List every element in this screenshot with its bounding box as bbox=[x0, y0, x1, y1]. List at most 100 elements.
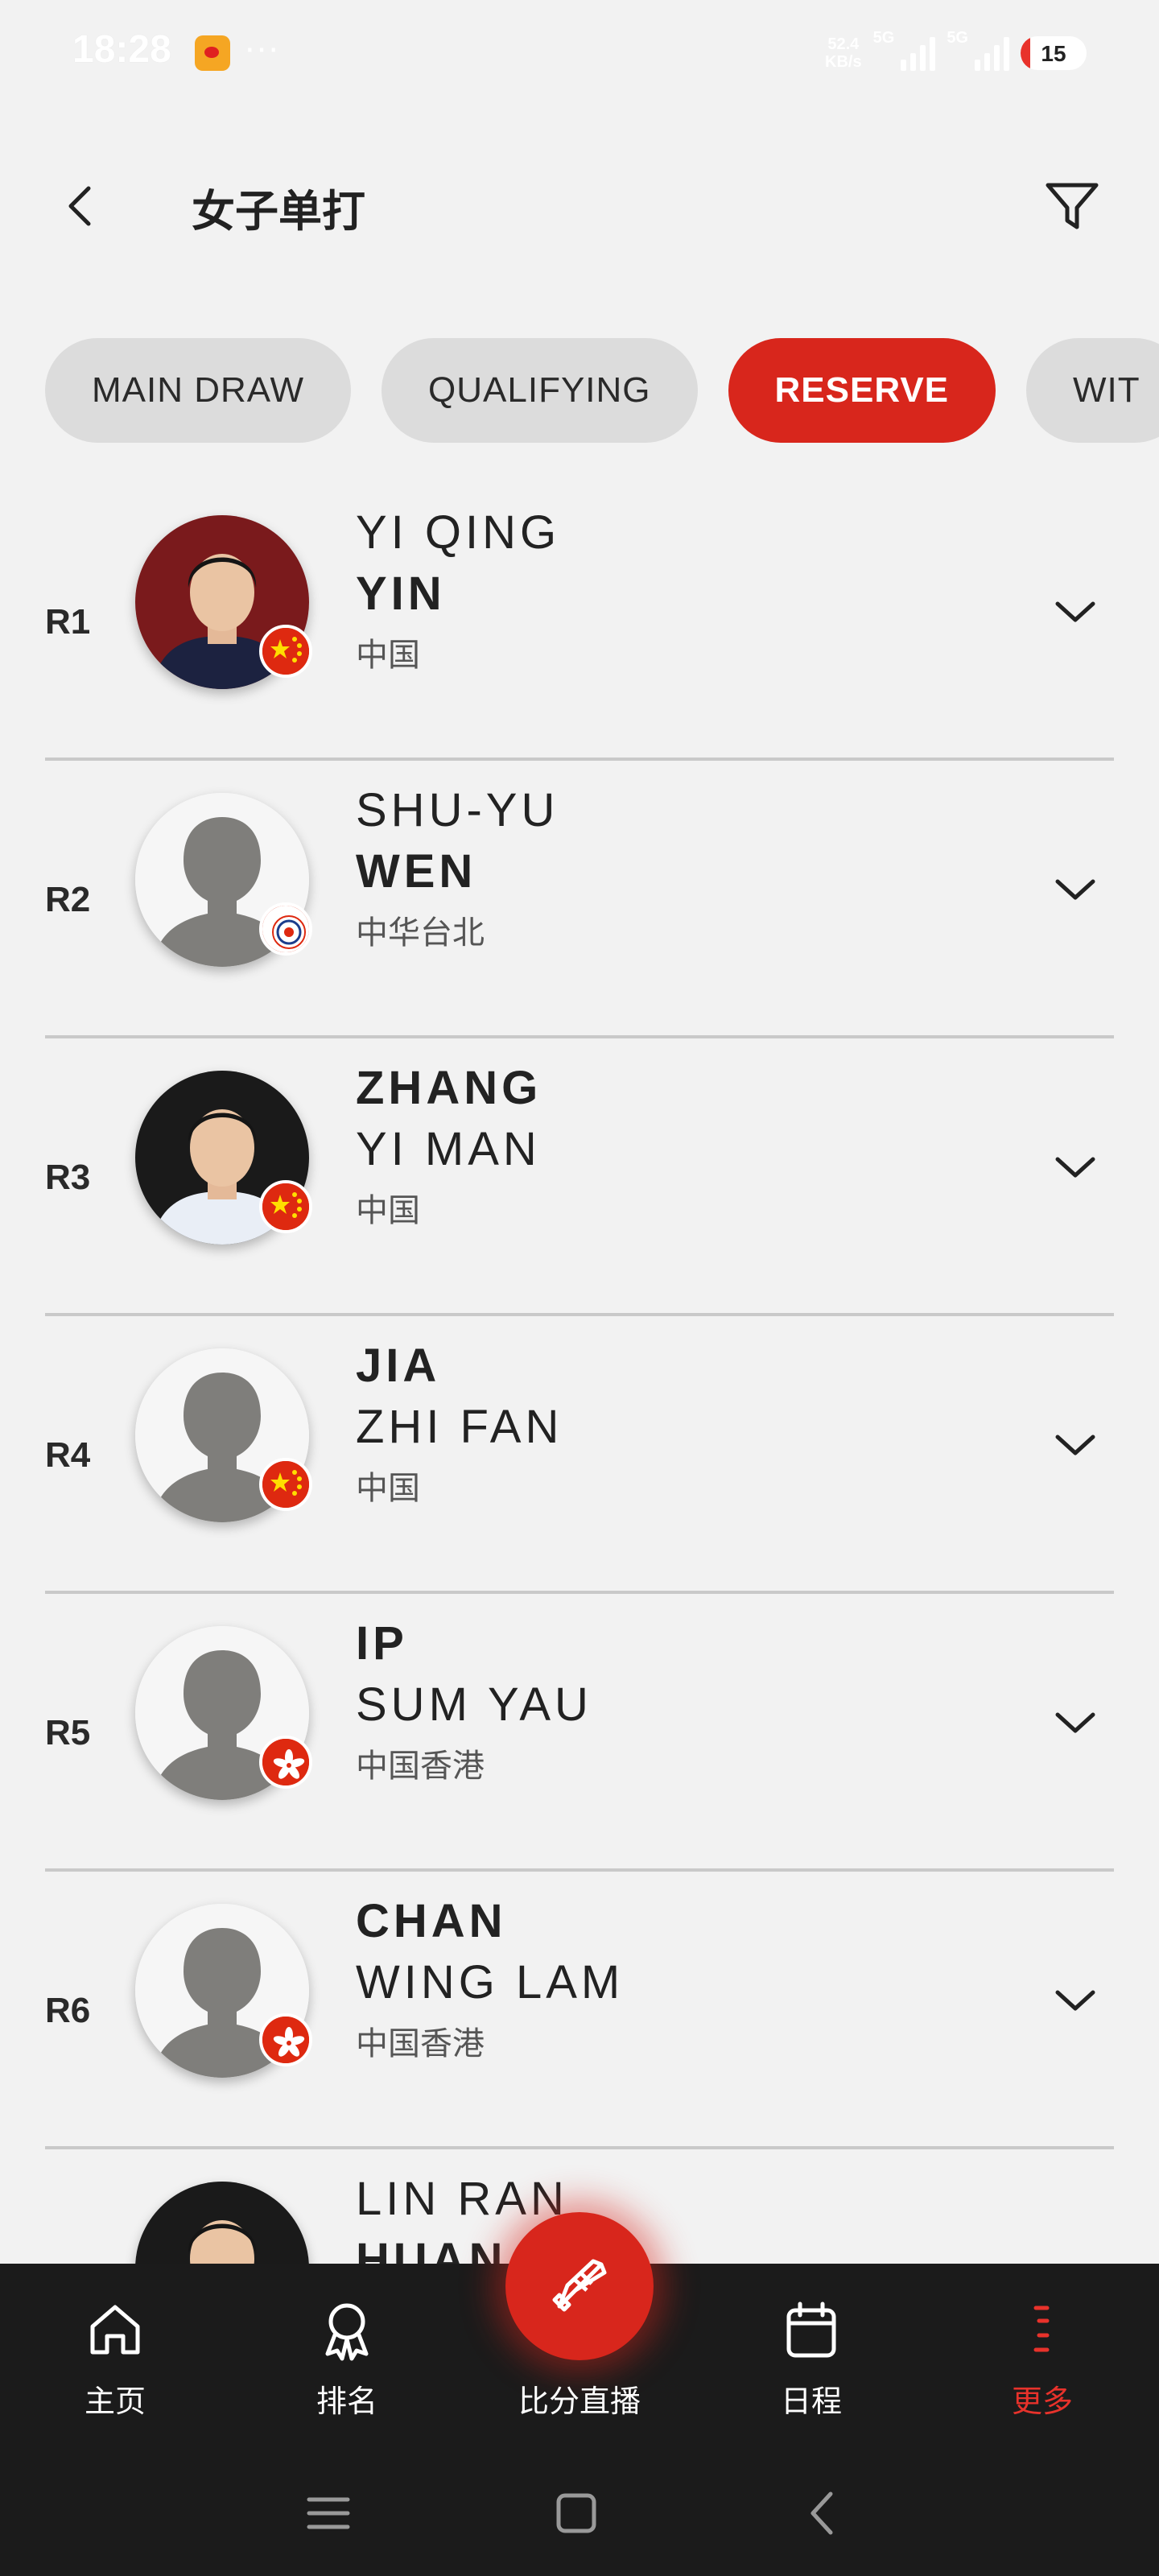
player-country: 中国香港 bbox=[356, 2025, 485, 2062]
country-flag-badge bbox=[259, 2013, 312, 2066]
back-triangle-icon bbox=[810, 2491, 833, 2535]
shuttlecock-icon bbox=[552, 2259, 607, 2312]
chevron-down-icon bbox=[1055, 1435, 1095, 1455]
country-flag-badge bbox=[259, 1458, 312, 1511]
hamburger-icon bbox=[307, 2497, 350, 2529]
system-back-button[interactable] bbox=[790, 2481, 855, 2545]
signal-strength-icon bbox=[901, 35, 936, 71]
player-avatar-wrap bbox=[135, 1348, 312, 1522]
back-button[interactable] bbox=[48, 174, 113, 238]
player-name-block: CHAN WING LAM 中国香港 bbox=[356, 1891, 624, 2071]
player-name-line-2: YI MAN bbox=[356, 1123, 541, 1175]
network-speed-value: 52.4 bbox=[827, 35, 860, 53]
sim2-label: 5G bbox=[947, 29, 968, 47]
player-name-block: IP SUM YAU 中国香港 bbox=[356, 1613, 592, 1794]
player-name-block: ZHANG YI MAN 中国 bbox=[356, 1058, 542, 1238]
tab-reserve[interactable]: RESERVE bbox=[728, 338, 996, 443]
player-avatar-wrap bbox=[135, 1904, 312, 2078]
status-more-dots: ··· bbox=[245, 32, 281, 69]
system-navigation-bar bbox=[0, 2457, 1159, 2570]
expand-button[interactable] bbox=[1037, 1962, 1114, 2039]
chevron-down-icon bbox=[1055, 879, 1095, 900]
weibo-notification-icon bbox=[195, 35, 230, 71]
nav-schedule[interactable]: 日程 bbox=[719, 2289, 904, 2426]
chevron-down-icon bbox=[1055, 1157, 1095, 1178]
player-name-block: YI QING YIN 中国 bbox=[356, 502, 560, 683]
hong-kong-flag-icon bbox=[262, 1739, 309, 1785]
home-icon bbox=[90, 2305, 140, 2355]
player-country: 中华台北 bbox=[356, 914, 485, 952]
status-bar: 18:28 ··· 52.4 KB/s 5G 5G 15 bbox=[0, 0, 1159, 105]
tab-main-draw[interactable]: MAIN DRAW bbox=[45, 338, 352, 443]
chevron-down-icon bbox=[1055, 1990, 1095, 2011]
player-avatar-wrap bbox=[135, 2182, 309, 2264]
player-name-line-1: ZHANG bbox=[356, 1062, 542, 1114]
reserve-rank: R1 bbox=[45, 602, 91, 642]
chinese-taipei-flag-icon bbox=[262, 906, 309, 952]
player-avatar-wrap bbox=[135, 1071, 312, 1245]
player-name-line-1: YI QING bbox=[356, 506, 561, 559]
expand-button[interactable] bbox=[1037, 1684, 1114, 1761]
player-row[interactable]: R6 CHAN WING LAM 中国香港 bbox=[45, 1872, 1114, 2149]
award-ribbon-icon bbox=[325, 2303, 369, 2361]
nav-rankings[interactable]: 排名 bbox=[254, 2289, 439, 2426]
player-name-line-2: WING LAM bbox=[356, 1956, 625, 2008]
player-avatar-wrap bbox=[135, 1626, 312, 1800]
live-score-button[interactable] bbox=[505, 2212, 654, 2360]
expand-button[interactable] bbox=[1037, 2240, 1114, 2264]
nav-home-label: 主页 bbox=[84, 2384, 146, 2419]
player-photo bbox=[135, 2182, 309, 2264]
player-name-line-1: JIA bbox=[356, 1340, 441, 1392]
reserve-rank: R3 bbox=[45, 1158, 91, 1197]
player-row[interactable]: R5 IP SUM YAU 中国香港 bbox=[45, 1594, 1114, 1872]
expand-button[interactable] bbox=[1037, 851, 1114, 928]
player-name-line-2: WEN bbox=[356, 845, 477, 898]
nav-more-label: 更多 bbox=[1011, 2384, 1073, 2419]
expand-button[interactable] bbox=[1037, 573, 1114, 650]
chevron-left-icon bbox=[68, 186, 91, 226]
player-name-line-1: CHAN bbox=[356, 1895, 507, 1947]
draw-tabs: MAIN DRAW QUALIFYING RESERVE WIT bbox=[45, 338, 1159, 443]
page-title: 女子单打 bbox=[192, 186, 365, 237]
hong-kong-flag-icon bbox=[262, 2017, 309, 2063]
bottom-navigation: 主页 排名 比分直播 日程 更多 bbox=[0, 2212, 1159, 2576]
network-speed: 52.4 KB/s bbox=[825, 35, 862, 71]
china-flag-icon bbox=[262, 1461, 309, 1508]
funnel-icon bbox=[1046, 183, 1099, 229]
page-header: 女子单打 bbox=[0, 145, 1159, 258]
player-row[interactable]: R2 SHU-YU WEN 中华台北 bbox=[45, 761, 1114, 1038]
player-name-block: SHU-YU WEN 中华台北 bbox=[356, 780, 559, 960]
country-flag-badge bbox=[259, 1180, 312, 1233]
nav-more[interactable]: 更多 bbox=[950, 2289, 1135, 2426]
player-row[interactable]: R1 YI QING YIN 中国 bbox=[45, 483, 1114, 761]
expand-button[interactable] bbox=[1037, 1406, 1114, 1484]
filter-button[interactable] bbox=[1033, 167, 1111, 245]
tab-qualifying[interactable]: QUALIFYING bbox=[382, 338, 698, 443]
nav-home[interactable]: 主页 bbox=[23, 2289, 208, 2426]
nav-schedule-label: 日程 bbox=[780, 2384, 842, 2419]
status-indicators: 52.4 KB/s 5G 5G 15 bbox=[825, 29, 1087, 77]
tab-withdrawn[interactable]: WIT bbox=[1026, 338, 1159, 443]
system-menu-button[interactable] bbox=[296, 2481, 361, 2545]
player-name-line-2: ZHI FAN bbox=[356, 1401, 563, 1453]
square-icon bbox=[556, 2493, 596, 2533]
more-menu-icon bbox=[1033, 2306, 1050, 2352]
china-flag-icon bbox=[262, 1183, 309, 1230]
status-time: 18:28 bbox=[72, 28, 171, 71]
player-row[interactable]: R4 JIA ZHI FAN 中国 bbox=[45, 1316, 1114, 1594]
reserve-rank: R2 bbox=[45, 880, 91, 919]
player-name-line-2: YIN bbox=[356, 568, 446, 620]
reserve-rank: R5 bbox=[45, 1713, 91, 1752]
network-speed-unit: KB/s bbox=[825, 53, 862, 71]
calendar-icon bbox=[786, 2301, 836, 2358]
system-home-button[interactable] bbox=[544, 2481, 608, 2545]
sim1-label: 5G bbox=[872, 29, 895, 47]
avatar bbox=[135, 2182, 309, 2264]
player-country: 中国香港 bbox=[356, 1748, 485, 1785]
player-row[interactable]: R3 ZHANG YI MAN 中国 bbox=[45, 1038, 1114, 1316]
player-name-line-1: SHU-YU bbox=[356, 784, 559, 836]
expand-button[interactable] bbox=[1037, 1129, 1114, 1206]
battery-level: 15 bbox=[1041, 41, 1066, 66]
player-name-block: JIA ZHI FAN 中国 bbox=[356, 1335, 563, 1516]
country-flag-badge bbox=[259, 902, 312, 956]
